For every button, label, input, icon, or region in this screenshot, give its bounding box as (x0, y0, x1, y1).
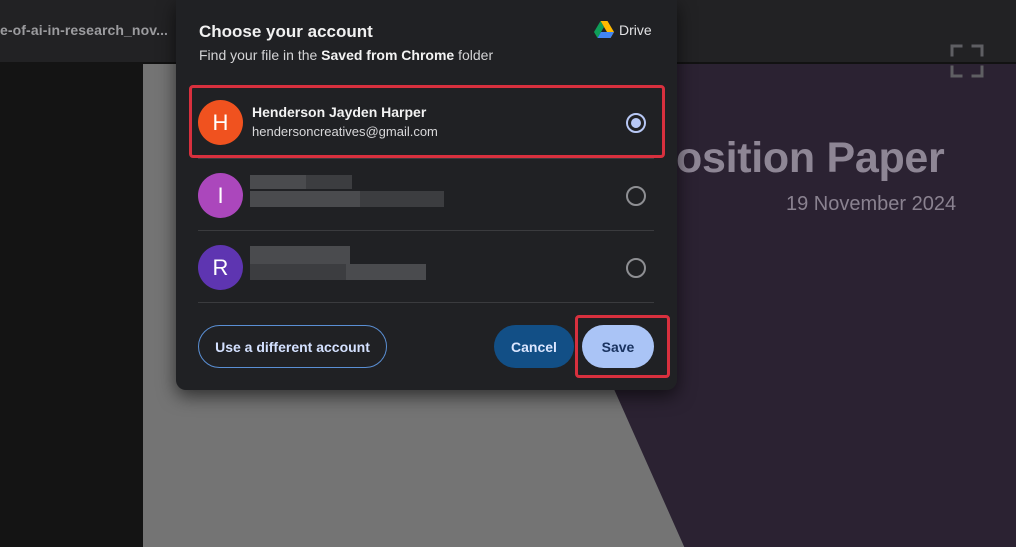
google-drive-icon (594, 21, 614, 38)
fullscreen-icon[interactable] (950, 44, 984, 78)
redacted-name-block (250, 175, 306, 189)
redacted-email-block (250, 264, 346, 280)
tab-title[interactable]: e-of-ai-in-research_nov... (0, 22, 168, 38)
use-different-account-button[interactable]: Use a different account (198, 325, 387, 368)
left-panel (0, 62, 143, 547)
subtitle-folder: Saved from Chrome (321, 47, 455, 63)
highlight-box-account (189, 85, 665, 158)
redacted-name-block (306, 175, 352, 189)
slide-date: 19 November 2024 (786, 193, 957, 215)
dialog-subtitle: Find your file in the Saved from Chrome … (199, 47, 493, 63)
account-radio[interactable] (626, 186, 646, 206)
dialog-title: Choose your account (199, 22, 373, 41)
redacted-name-block (250, 246, 350, 264)
account-radio[interactable] (626, 258, 646, 278)
redacted-email-block (360, 191, 444, 207)
highlight-box-save (575, 315, 670, 378)
redacted-email-block (250, 191, 360, 207)
avatar: I (198, 173, 243, 218)
subtitle-prefix: Find your file in the (199, 47, 322, 63)
account-row-r[interactable]: R (198, 230, 654, 303)
drive-label: Drive (619, 22, 652, 38)
subtitle-suffix: folder (454, 47, 494, 63)
cancel-button[interactable]: Cancel (494, 325, 574, 368)
avatar: R (198, 245, 243, 290)
account-row-i[interactable]: I (198, 158, 654, 230)
slide-title: osition Paper (676, 134, 945, 182)
redacted-email-block (346, 264, 426, 280)
choose-account-dialog: Choose your account Find your file in th… (176, 0, 677, 390)
drive-badge: Drive (594, 21, 652, 39)
